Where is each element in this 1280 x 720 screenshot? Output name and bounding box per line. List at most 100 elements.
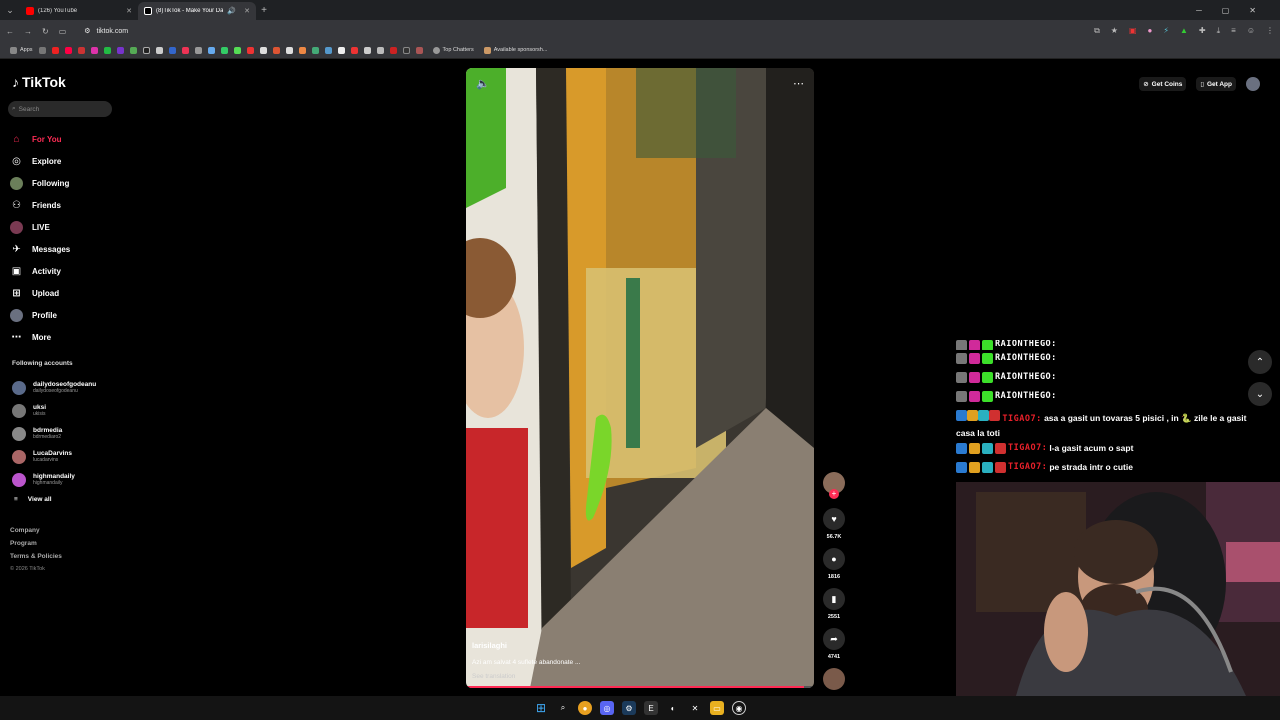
user-avatar[interactable] xyxy=(1246,77,1260,91)
bookmark-icon[interactable] xyxy=(90,46,98,54)
extension-icon[interactable]: ▣ xyxy=(1129,26,1137,36)
bookmark-icon[interactable] xyxy=(129,46,137,54)
bookmark-icon[interactable] xyxy=(155,46,163,54)
bookmark-icon[interactable] xyxy=(246,46,254,54)
get-coins-button[interactable]: ⊘ Get Coins xyxy=(1139,77,1187,91)
bookmark-icon[interactable] xyxy=(285,46,293,54)
bookmark-icon[interactable] xyxy=(77,46,85,54)
bookmark-icon[interactable] xyxy=(337,46,345,54)
nav-upload[interactable]: ⊞ Upload xyxy=(10,282,70,304)
get-app-button[interactable]: ▯ Get App xyxy=(1196,77,1236,91)
search-input[interactable]: ⌕ Search xyxy=(8,101,112,117)
bookmark-icon[interactable] xyxy=(324,46,332,54)
tab-groups-icon[interactable]: ≡ xyxy=(1231,26,1236,36)
bookmark-icon[interactable] xyxy=(233,46,241,54)
creator-avatar[interactable]: + xyxy=(823,472,845,499)
bookmark-icon[interactable] xyxy=(168,46,176,54)
nav-explore[interactable]: ◎ Explore xyxy=(10,150,70,172)
footer-link-program[interactable]: Program xyxy=(10,540,62,553)
music-disc-avatar[interactable] xyxy=(823,668,845,690)
menu-icon[interactable]: ⋮ xyxy=(1266,26,1274,36)
save-button[interactable]: ▮ xyxy=(823,588,845,610)
bookmark-icon[interactable] xyxy=(298,46,306,54)
bookmark-icon[interactable] xyxy=(207,46,215,54)
minimize-icon[interactable]: ─ xyxy=(1196,6,1202,15)
bookmark-icon[interactable] xyxy=(194,46,202,54)
sponsors-bookmark[interactable]: Available sponsorsh... xyxy=(483,46,547,54)
close-tab-icon[interactable]: ✕ xyxy=(126,7,132,15)
bookmark-icon[interactable] xyxy=(142,46,150,54)
site-info-icon[interactable]: ⚙ xyxy=(84,27,90,35)
back-icon[interactable]: ← xyxy=(6,27,14,36)
bookmark-star-icon[interactable]: ★ xyxy=(1111,26,1118,36)
tab-search-icon[interactable]: ⌄ xyxy=(0,0,20,20)
bookmark-icon[interactable] xyxy=(363,46,371,54)
bookmark-icon[interactable] xyxy=(415,46,423,54)
top-chatters-bookmark[interactable]: Top Chatters xyxy=(432,46,474,54)
profile-icon[interactable]: ☺ xyxy=(1247,26,1255,36)
bookmark-icon[interactable] xyxy=(64,46,72,54)
side-panel-icon[interactable]: ▭ xyxy=(59,27,67,36)
install-app-icon[interactable]: ⧉ xyxy=(1094,26,1100,36)
discord-icon[interactable]: ◎ xyxy=(600,701,614,715)
app-icon[interactable]: ✕ xyxy=(688,701,702,715)
chrome-icon[interactable]: ● xyxy=(578,701,592,715)
speaker-icon[interactable]: 🔊 xyxy=(227,7,236,15)
obs-icon[interactable]: ◉ xyxy=(732,701,746,715)
bookmark-icon[interactable] xyxy=(311,46,319,54)
video-username[interactable]: larisilaghi xyxy=(472,641,580,650)
puzzle-icon[interactable]: ✚ xyxy=(1199,26,1206,36)
new-tab-button[interactable]: + xyxy=(256,5,272,16)
nav-profile[interactable]: Profile xyxy=(10,304,70,326)
volume-icon[interactable]: 🔈 xyxy=(476,77,490,90)
bookmark-icon[interactable] xyxy=(38,46,46,54)
nav-activity[interactable]: ▣ Activity xyxy=(10,260,70,282)
bookmark-icon[interactable] xyxy=(220,46,228,54)
footer-link-terms[interactable]: Terms & Policies xyxy=(10,553,62,566)
nav-friends[interactable]: ⚇ Friends xyxy=(10,194,70,216)
epic-games-icon[interactable]: E xyxy=(644,701,658,715)
follow-plus-icon[interactable]: + xyxy=(829,489,839,499)
bookmark-icon[interactable] xyxy=(389,46,397,54)
app-icon[interactable]: ◐ xyxy=(666,701,680,715)
bookmark-icon[interactable] xyxy=(402,46,410,54)
like-button[interactable]: ♥ xyxy=(823,508,845,530)
search-icon[interactable]: ⌕ xyxy=(556,701,570,715)
close-window-icon[interactable]: ✕ xyxy=(1249,6,1256,15)
maximize-icon[interactable]: ▢ xyxy=(1222,6,1230,15)
extension-icon[interactable]: ⚡ xyxy=(1163,26,1169,36)
footer-link-company[interactable]: Company xyxy=(10,527,62,540)
tiktok-logo[interactable]: ♪ TikTok xyxy=(12,74,66,90)
apps-bookmark[interactable]: Apps xyxy=(10,46,33,54)
file-explorer-icon[interactable]: ▭ xyxy=(710,701,724,715)
bookmark-icon[interactable] xyxy=(181,46,189,54)
url-field[interactable]: ⚙ tiktok.com xyxy=(84,27,128,36)
bookmark-icon[interactable] xyxy=(103,46,111,54)
share-button[interactable]: ➦ xyxy=(823,628,845,650)
more-options-icon[interactable]: ⋯ xyxy=(793,77,804,90)
bookmark-icon[interactable] xyxy=(350,46,358,54)
nav-for-you[interactable]: ⌂ For You xyxy=(10,128,70,150)
reload-icon[interactable]: ↻ xyxy=(42,27,49,36)
bookmark-icon[interactable] xyxy=(272,46,280,54)
view-all-button[interactable]: ≡ View all xyxy=(14,496,52,503)
bookmark-icon[interactable] xyxy=(116,46,124,54)
steam-icon[interactable]: ⚙ xyxy=(622,701,636,715)
nav-more[interactable]: ⋯ More xyxy=(10,326,70,348)
nav-live[interactable]: LIVE xyxy=(10,216,70,238)
account-item[interactable]: highmandaily highmandaily xyxy=(12,468,96,491)
account-item[interactable]: uksi ukisis xyxy=(12,399,96,422)
extension-icon[interactable]: ● xyxy=(1148,26,1153,36)
nav-following[interactable]: Following xyxy=(10,172,70,194)
tab-youtube[interactable]: (126) YouTube ✕ xyxy=(20,2,138,20)
download-icon[interactable]: ⤓ xyxy=(1217,26,1221,36)
account-item[interactable]: bdrmedia bdrmediaro2 xyxy=(12,422,96,445)
windows-start-icon[interactable]: ⊞ xyxy=(534,701,548,715)
bookmark-icon[interactable] xyxy=(259,46,267,54)
close-tab-icon[interactable]: ✕ xyxy=(244,7,250,15)
nav-messages[interactable]: ✈ Messages xyxy=(10,238,70,260)
extension-icon[interactable]: ▲ xyxy=(1180,26,1188,36)
see-translation-link[interactable]: See translation xyxy=(472,673,580,680)
bookmark-icon[interactable] xyxy=(376,46,384,54)
comment-button[interactable]: ● xyxy=(823,548,845,570)
